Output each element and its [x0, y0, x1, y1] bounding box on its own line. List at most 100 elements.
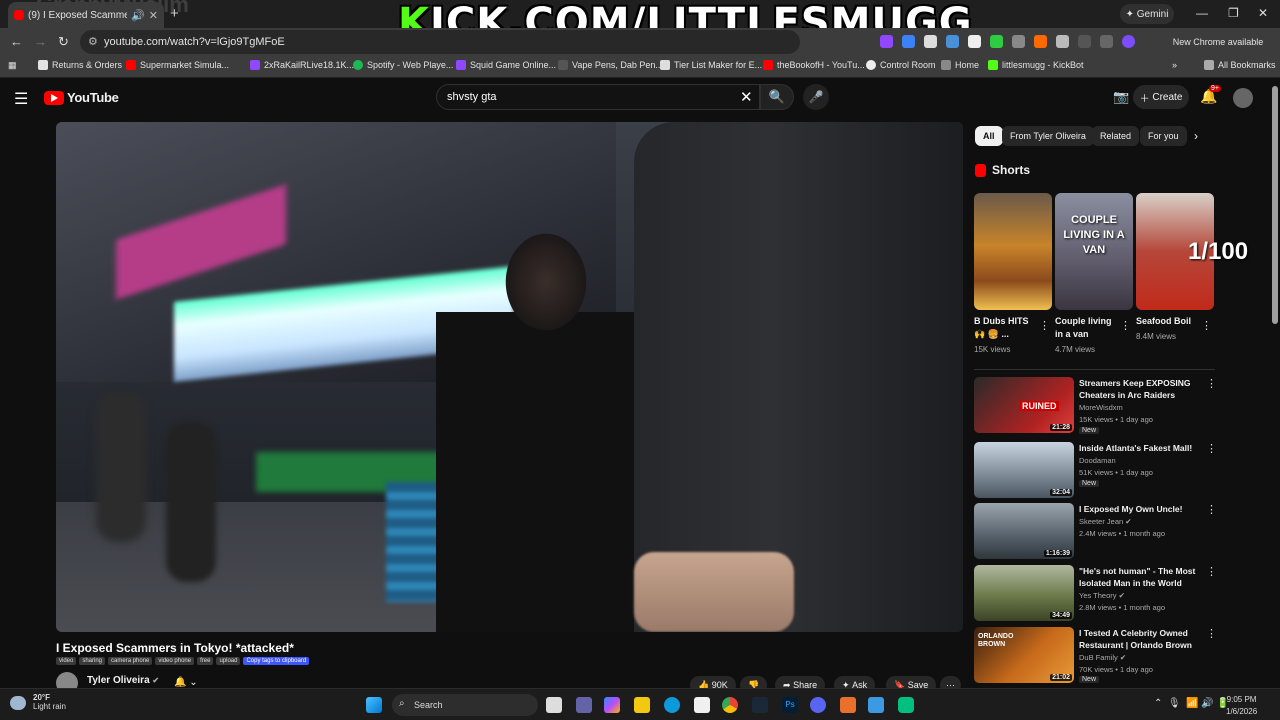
- close-window-button[interactable]: ✕: [1258, 6, 1268, 20]
- new-tab-button[interactable]: +: [170, 5, 179, 22]
- camera-icon[interactable]: 📷: [1113, 89, 1129, 105]
- tab-close-icon[interactable]: ✕: [149, 9, 158, 22]
- video-thumbnail[interactable]: RUINED 21:28: [974, 377, 1074, 433]
- recommendation-title[interactable]: I Exposed My Own Uncle!: [1079, 503, 1204, 515]
- bookmark-item[interactable]: littlesmugg - KickBot: [988, 60, 1084, 70]
- edge-icon[interactable]: [664, 697, 680, 713]
- youtube-logo[interactable]: YouTube: [44, 90, 119, 105]
- recommendation-title[interactable]: Streamers Keep EXPOSING Cheaters in Arc …: [1079, 377, 1204, 401]
- gemini-button[interactable]: ✦ Gemini: [1120, 4, 1174, 24]
- sidepanel-icon[interactable]: [1078, 35, 1091, 48]
- maximize-button[interactable]: ❐: [1228, 6, 1239, 20]
- bookmark-item[interactable]: Squid Game Online...: [456, 60, 556, 70]
- reload-icon[interactable]: ↻: [58, 34, 69, 50]
- chip-from-channel[interactable]: From Tyler Oliveira: [1002, 126, 1094, 146]
- chevron-right-icon[interactable]: ›: [1194, 129, 1198, 143]
- create-button[interactable]: ＋ Create: [1133, 85, 1189, 109]
- extension-icon[interactable]: [946, 35, 959, 48]
- bookmark-item[interactable]: Tier List Maker for E...: [660, 60, 762, 70]
- browser-tab-active[interactable]: (9) I Exposed Scammers in 🔊 ✕: [8, 2, 164, 28]
- more-bookmarks-chevron-icon[interactable]: »: [1172, 60, 1177, 70]
- recommendation-item[interactable]: 32:04 Inside Atlanta's Fakest Mall! Dood…: [974, 442, 1217, 500]
- bookmark-item[interactable]: Vape Pens, Dab Pen...: [558, 60, 663, 70]
- video-thumbnail[interactable]: 34:49: [974, 565, 1074, 621]
- short-title[interactable]: B Dubs HITS 🙌 🍔 ...: [974, 315, 1036, 341]
- channel-name[interactable]: MoreWisdxm: [1079, 403, 1123, 412]
- steam-icon[interactable]: [752, 697, 768, 713]
- bookmark-item[interactable]: Supermarket Simula...: [126, 60, 229, 70]
- kebab-menu-icon[interactable]: ⋮: [1206, 565, 1217, 578]
- video-thumbnail[interactable]: 1:16:39: [974, 503, 1074, 559]
- store-icon[interactable]: [694, 697, 710, 713]
- photoshop-icon[interactable]: Ps: [782, 697, 798, 713]
- app-icon[interactable]: [840, 697, 856, 713]
- chip-related[interactable]: Related: [1092, 126, 1140, 146]
- recommendation-item[interactable]: ORLANDO BROWN 21:02 I Tested A Celebrity…: [974, 627, 1217, 685]
- bookmark-item[interactable]: theBookofH - YouTu...: [763, 60, 865, 70]
- system-tray[interactable]: ⌃ 🎙 📶 🔊 🔋: [1154, 698, 1229, 709]
- task-view-icon[interactable]: [546, 697, 562, 713]
- bookmark-item[interactable]: Home: [941, 60, 979, 70]
- extension-icon[interactable]: [902, 35, 915, 48]
- channel-name[interactable]: DuB Family ✔: [1079, 653, 1126, 662]
- channel-name[interactable]: Doodaman: [1079, 456, 1116, 465]
- recommendation-title[interactable]: "He's not human" - The Most Isolated Man…: [1079, 565, 1204, 589]
- clear-search-icon[interactable]: ✕: [740, 88, 753, 106]
- extension-icon[interactable]: [1034, 35, 1047, 48]
- weather-widget[interactable]: 20°F Light rain: [10, 693, 66, 711]
- recommendation-item[interactable]: 34:49 "He's not human" - The Most Isolat…: [974, 565, 1217, 623]
- discord-icon[interactable]: [810, 697, 826, 713]
- short-title[interactable]: Couple living in a van: [1055, 315, 1117, 341]
- chip-for-you[interactable]: For you: [1140, 126, 1187, 146]
- search-button[interactable]: 🔍: [760, 84, 794, 110]
- short-title[interactable]: Seafood Boil: [1136, 315, 1198, 328]
- profile-avatar-icon[interactable]: [1122, 35, 1135, 48]
- video-thumbnail[interactable]: ORLANDO BROWN 21:02: [974, 627, 1074, 683]
- extension-icon[interactable]: [990, 35, 1003, 48]
- taskbar-search[interactable]: ⌕ Search: [392, 694, 538, 716]
- short-thumbnail[interactable]: COUPLE LIVING IN A VAN: [1055, 193, 1133, 310]
- kebab-menu-icon[interactable]: ⋮: [1201, 319, 1212, 332]
- kebab-menu-icon[interactable]: ⋮: [1206, 627, 1217, 640]
- extensions-puzzle-icon[interactable]: [1056, 35, 1069, 48]
- back-arrow-icon[interactable]: ←: [10, 34, 23, 49]
- subscription-bell-icon[interactable]: 🔔 ⌄: [174, 677, 198, 688]
- extension-icon[interactable]: [1012, 35, 1025, 48]
- bookmark-item[interactable]: 2xRaKailRLive18.1K...: [250, 60, 354, 70]
- app-icon[interactable]: [898, 697, 914, 713]
- teams-icon[interactable]: [576, 697, 592, 713]
- video-thumbnail[interactable]: 32:04: [974, 442, 1074, 498]
- chrome-icon[interactable]: [722, 697, 738, 713]
- recommendation-title[interactable]: I Tested A Celebrity Owned Restaurant | …: [1079, 627, 1204, 651]
- kebab-menu-icon[interactable]: ⋮: [1120, 319, 1131, 332]
- recommendation-title[interactable]: Inside Atlanta's Fakest Mall!: [1079, 442, 1204, 454]
- kebab-menu-icon[interactable]: ⋮: [1206, 442, 1217, 455]
- channel-name[interactable]: Skeeter Jean ✔: [1079, 517, 1132, 526]
- kebab-menu-icon[interactable]: ⋮: [1206, 377, 1217, 390]
- bookmark-item[interactable]: Spotify - Web Playe...: [353, 60, 453, 70]
- chip-all[interactable]: All: [975, 126, 1003, 146]
- address-bar[interactable]: ⚙ youtube.com/watch?v=lGjo9TgMFoE: [80, 30, 800, 54]
- channel-name[interactable]: Tyler Oliveira ✔: [87, 675, 159, 686]
- page-scrollbar[interactable]: [1272, 86, 1278, 324]
- video-player[interactable]: [56, 122, 963, 632]
- site-info-icon[interactable]: ⚙: [88, 35, 98, 48]
- taskbar-clock[interactable]: 9:05 PM 1/6/2026: [1226, 694, 1257, 718]
- account-avatar[interactable]: [1233, 88, 1253, 108]
- tab-mute-icon[interactable]: 🔊: [131, 9, 145, 22]
- voice-search-button[interactable]: 🎤: [803, 84, 829, 110]
- recommendation-item[interactable]: RUINED 21:28 Streamers Keep EXPOSING Che…: [974, 377, 1217, 435]
- search-input[interactable]: shvsty gta: [436, 84, 760, 110]
- hamburger-menu-icon[interactable]: ☰: [14, 89, 28, 109]
- copilot-icon[interactable]: [604, 697, 620, 713]
- all-bookmarks-folder[interactable]: All Bookmarks: [1204, 60, 1276, 70]
- extension-icon[interactable]: [968, 35, 981, 48]
- windows-start-icon[interactable]: [366, 697, 382, 713]
- reading-list-icon[interactable]: [1100, 35, 1113, 48]
- kebab-menu-icon[interactable]: ⋮: [1039, 319, 1050, 332]
- copy-tags-button[interactable]: Copy tags to clipboard: [243, 657, 310, 665]
- app-icon[interactable]: [868, 697, 884, 713]
- file-explorer-icon[interactable]: [634, 697, 650, 713]
- apps-grid-icon[interactable]: ▦: [8, 60, 17, 71]
- forward-arrow-icon[interactable]: →: [34, 34, 47, 49]
